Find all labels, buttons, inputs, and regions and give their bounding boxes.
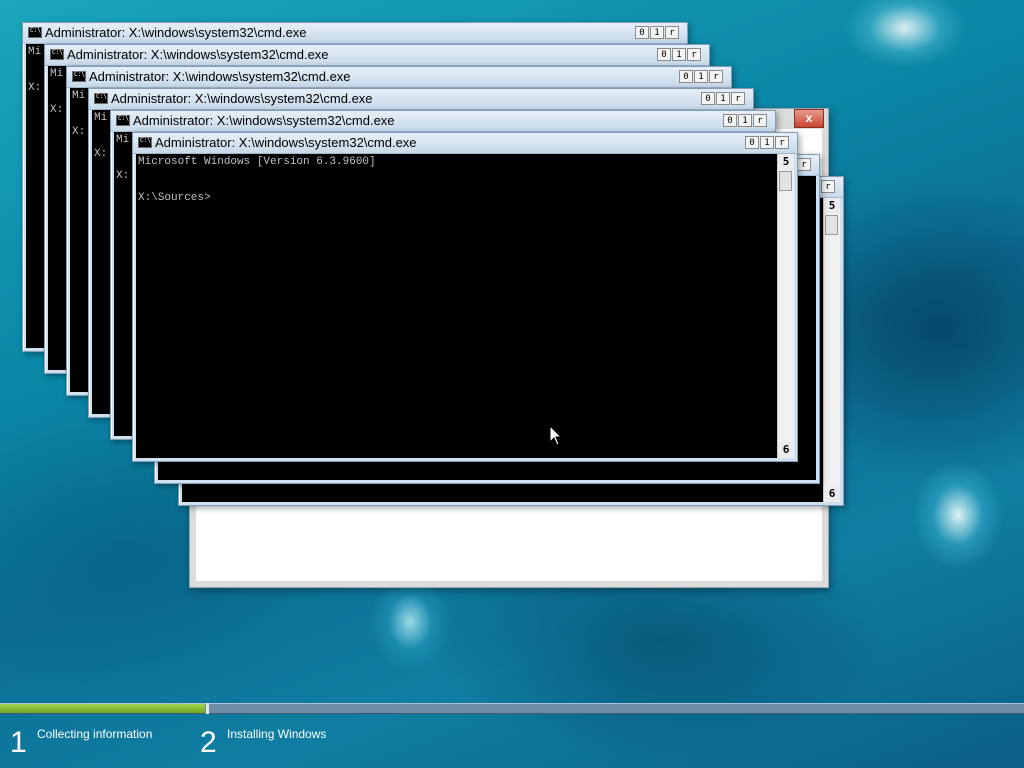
window-title: Administrator: X:\windows\system32\cmd.e… bbox=[67, 47, 329, 62]
cmd-titlebar[interactable]: Administrator: X:\windows\system32\cmd.e… bbox=[23, 23, 687, 44]
cmd-titlebar[interactable]: Administrator: X:\windows\system32\cmd.e… bbox=[89, 89, 753, 110]
close-button[interactable]: r bbox=[709, 70, 723, 83]
close-button[interactable]: r bbox=[821, 180, 835, 193]
maximize-button[interactable]: 1 bbox=[672, 48, 686, 61]
cmd-window-active[interactable]: Administrator: X:\windows\system32\cmd.e… bbox=[132, 132, 798, 462]
mouse-cursor-icon bbox=[549, 425, 563, 446]
console-line: X: bbox=[50, 104, 64, 116]
cmd-icon bbox=[138, 137, 152, 148]
scrollbar[interactable]: 5 6 bbox=[823, 198, 840, 502]
window-title: Administrator: X:\windows\system32\cmd.e… bbox=[45, 25, 307, 40]
console-line: X: bbox=[116, 170, 130, 182]
scroll-up-arrow[interactable]: 5 bbox=[824, 198, 840, 214]
minimize-button[interactable]: 0 bbox=[745, 136, 759, 149]
close-button[interactable]: r bbox=[753, 114, 767, 127]
console-line: Mi bbox=[50, 68, 64, 80]
cmd-icon bbox=[72, 71, 86, 82]
cmd-icon bbox=[94, 93, 108, 104]
window-title: Administrator: X:\windows\system32\cmd.e… bbox=[89, 69, 351, 84]
scroll-thumb[interactable] bbox=[825, 215, 838, 235]
setup-progress-bar bbox=[0, 703, 1024, 714]
minimize-button[interactable]: 0 bbox=[679, 70, 693, 83]
minimize-button[interactable]: 0 bbox=[635, 26, 649, 39]
cmd-icon bbox=[116, 115, 130, 126]
cmd-titlebar[interactable]: Administrator: X:\windows\system32\cmd.e… bbox=[45, 45, 709, 66]
console-output[interactable]: Microsoft Windows [Version 6.3.9600] X:\… bbox=[136, 154, 778, 458]
console-line: X: bbox=[28, 82, 42, 94]
scrollbar[interactable]: 5 6 bbox=[777, 154, 794, 458]
console-line: Mi bbox=[94, 112, 108, 124]
scroll-down-arrow[interactable]: 6 bbox=[824, 486, 840, 502]
maximize-button[interactable]: 1 bbox=[760, 136, 774, 149]
cmd-titlebar[interactable]: Administrator: X:\windows\system32\cmd.e… bbox=[67, 67, 731, 88]
window-title: Administrator: X:\windows\system32\cmd.e… bbox=[111, 91, 373, 106]
console-line: X: bbox=[72, 126, 86, 138]
close-button[interactable]: x bbox=[794, 109, 824, 128]
console-line: Mi bbox=[72, 90, 86, 102]
cmd-icon bbox=[50, 49, 64, 60]
close-button[interactable]: r bbox=[797, 158, 811, 171]
close-button[interactable]: r bbox=[687, 48, 701, 61]
console-line: Mi bbox=[116, 134, 130, 146]
window-title: Administrator: X:\windows\system32\cmd.e… bbox=[133, 113, 395, 128]
step-number: 1 bbox=[10, 726, 27, 759]
step-label: Collecting information bbox=[37, 727, 153, 741]
close-button[interactable]: r bbox=[731, 92, 745, 105]
console-prompt: X:\Sources> bbox=[138, 192, 211, 204]
scroll-up-arrow[interactable]: 5 bbox=[778, 154, 794, 170]
step-label: Installing Windows bbox=[227, 727, 327, 741]
scroll-down-arrow[interactable]: 6 bbox=[778, 442, 794, 458]
minimize-button[interactable]: 0 bbox=[701, 92, 715, 105]
maximize-button[interactable]: 1 bbox=[650, 26, 664, 39]
console-line: Mi bbox=[28, 46, 42, 58]
progress-fill bbox=[0, 704, 205, 713]
close-button[interactable]: r bbox=[665, 26, 679, 39]
console-line: Microsoft Windows [Version 6.3.9600] bbox=[138, 156, 376, 168]
maximize-button[interactable]: 1 bbox=[738, 114, 752, 127]
window-title: Administrator: X:\windows\system32\cmd.e… bbox=[155, 135, 417, 150]
maximize-button[interactable]: 1 bbox=[694, 70, 708, 83]
cmd-icon bbox=[28, 27, 42, 38]
cmd-titlebar[interactable]: Administrator: X:\windows\system32\cmd.e… bbox=[133, 133, 797, 154]
minimize-button[interactable]: 0 bbox=[723, 114, 737, 127]
progress-step-divider bbox=[206, 703, 209, 714]
cmd-titlebar[interactable]: Administrator: X:\windows\system32\cmd.e… bbox=[111, 111, 775, 132]
step-number: 2 bbox=[200, 726, 217, 759]
close-button[interactable]: r bbox=[775, 136, 789, 149]
console-line: X: bbox=[94, 148, 108, 160]
maximize-button[interactable]: 1 bbox=[716, 92, 730, 105]
scroll-thumb[interactable] bbox=[779, 171, 792, 191]
minimize-button[interactable]: 0 bbox=[657, 48, 671, 61]
